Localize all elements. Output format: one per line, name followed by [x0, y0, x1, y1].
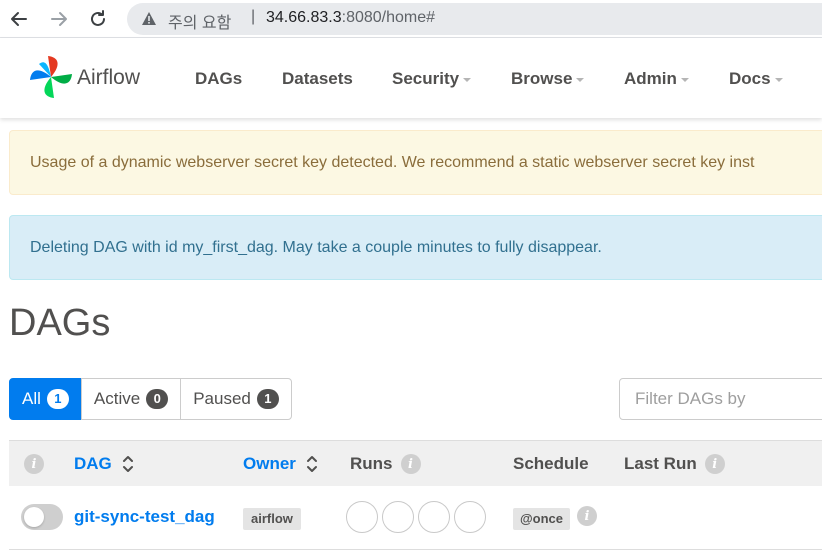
header-label: DAG	[74, 454, 112, 473]
table-row: git-sync-test_dag airflow @once i	[9, 486, 822, 550]
forward-arrow-icon	[51, 12, 67, 26]
caret-down-icon	[576, 77, 585, 82]
dag-id-link[interactable]: git-sync-test_dag	[74, 507, 215, 527]
back-arrow-icon	[11, 12, 27, 26]
run-status-circle[interactable]	[418, 501, 450, 533]
nav-security[interactable]: Security	[392, 69, 472, 89]
info-icon[interactable]: i	[24, 454, 44, 474]
address-bar[interactable]: 주의 요함 | 34.66.83.3:8080/home#	[127, 3, 822, 35]
forward-button[interactable]	[47, 7, 71, 31]
owner-label[interactable]: airflow	[243, 508, 301, 530]
nav-datasets[interactable]: Datasets	[282, 69, 353, 89]
dag-table-header: i DAG Owner Runs i Schedule Last Run i	[9, 440, 822, 486]
caret-down-icon	[680, 77, 689, 82]
schedule-label: @once	[513, 508, 571, 530]
url-text: 34.66.83.3:8080/home#	[266, 9, 435, 27]
nav-label: Browse	[511, 69, 573, 88]
airflow-navbar: Airflow DAGs Datasets Security Browse Ad…	[0, 38, 822, 118]
filter-label: All	[22, 389, 41, 408]
last-run-column-header: Last Run i	[624, 454, 725, 474]
count-badge: 1	[46, 389, 69, 409]
header-label: Owner	[243, 454, 296, 473]
owner-column-header[interactable]: Owner	[243, 454, 318, 474]
page-title: DAGs	[9, 302, 111, 344]
header-label: Schedule	[513, 454, 589, 473]
toggle-knob	[24, 507, 44, 527]
reload-icon	[91, 10, 105, 26]
dag-column-header[interactable]: DAG	[74, 454, 134, 474]
url-separator: |	[251, 8, 256, 25]
run-status-circle[interactable]	[346, 501, 378, 533]
caret-down-icon	[774, 77, 783, 82]
alert-message: Usage of a dynamic webserver secret key …	[30, 153, 755, 171]
nav-label: Security	[392, 69, 460, 88]
header-label: Last Run	[624, 454, 697, 473]
caret-down-icon	[463, 77, 472, 82]
runs-column-header: Runs i	[350, 454, 421, 474]
count-badge: 1	[256, 389, 279, 409]
nav-admin[interactable]: Admin	[624, 69, 689, 89]
nav-label: Datasets	[282, 69, 353, 88]
nav-label: Docs	[729, 69, 771, 88]
run-status-circle[interactable]	[382, 501, 414, 533]
nav-dags[interactable]: DAGs	[195, 69, 242, 89]
browser-toolbar: 주의 요함 | 34.66.83.3:8080/home#	[0, 0, 822, 38]
nav-docs[interactable]: Docs	[729, 69, 783, 89]
back-button[interactable]	[7, 7, 31, 31]
filter-active-button[interactable]: Active 0	[80, 378, 182, 420]
info-icon[interactable]: i	[704, 454, 725, 474]
url-path: :8080/home#	[341, 9, 436, 26]
sort-icon	[306, 456, 317, 472]
count-badge: 0	[146, 389, 169, 409]
filter-all-button[interactable]: All 1	[9, 378, 82, 420]
secret-key-warning-alert: Usage of a dynamic webserver secret key …	[9, 130, 822, 195]
nav-label: DAGs	[195, 69, 243, 88]
reload-button[interactable]	[86, 7, 110, 31]
alert-message: Deleting DAG with id my_first_dag. May t…	[30, 238, 602, 256]
delete-dag-info-alert: Deleting DAG with id my_first_dag. May t…	[9, 215, 822, 280]
nav-browse[interactable]: Browse	[511, 69, 585, 89]
filter-label: Active	[93, 389, 141, 408]
pause-toggle[interactable]	[21, 504, 63, 530]
dag-status-filter: All 1 Active 0 Paused 1	[9, 378, 292, 420]
airflow-logo-icon[interactable]	[28, 54, 74, 100]
filter-paused-button[interactable]: Paused 1	[180, 378, 292, 420]
warning-triangle-icon	[142, 12, 156, 25]
info-header: i	[24, 454, 44, 474]
run-status-circles	[346, 501, 490, 533]
brand-name[interactable]: Airflow	[77, 66, 140, 90]
header-label: Runs	[350, 454, 393, 473]
filter-label: Paused	[193, 389, 251, 408]
dag-search-input[interactable]	[619, 378, 822, 420]
security-warning-text: 주의 요함	[168, 15, 232, 32]
schedule-column-header: Schedule	[513, 454, 589, 474]
sort-icon	[122, 456, 133, 472]
info-icon[interactable]: i	[400, 454, 421, 474]
info-icon[interactable]: i	[577, 506, 597, 526]
url-host: 34.66.83.3	[266, 9, 342, 26]
nav-label: Admin	[624, 69, 677, 88]
run-status-circle[interactable]	[454, 501, 486, 533]
